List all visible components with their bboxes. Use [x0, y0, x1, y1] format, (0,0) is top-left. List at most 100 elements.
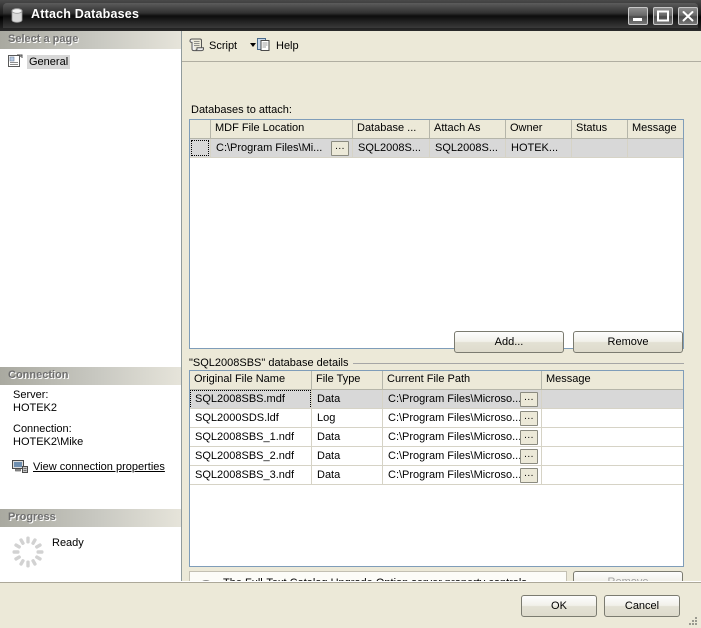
database-details-grid[interactable]: Original File Name File Type Current Fil…	[189, 370, 684, 567]
title-bar: Attach Databases	[0, 0, 701, 32]
progress-spinner-icon	[11, 535, 45, 572]
connection-value: HOTEK2\Mike	[13, 436, 84, 448]
remove-button-top[interactable]: Remove	[573, 331, 683, 353]
close-button[interactable]	[678, 7, 698, 25]
row-selected-indicator	[191, 140, 209, 156]
attach-col-owner[interactable]: Owner	[506, 120, 572, 138]
cell-current-file-path[interactable]: C:\Program Files\Microso... ...	[383, 447, 542, 466]
cell-original-file-name[interactable]: SQL2008SBS_3.ndf	[190, 466, 312, 485]
ok-button[interactable]: OK	[521, 595, 597, 617]
cell-current-file-path[interactable]: C:\Program Files\Microso... ...	[383, 390, 542, 409]
script-icon	[189, 37, 205, 55]
cancel-button[interactable]: Cancel	[604, 595, 680, 617]
cell-database-name[interactable]: SQL2008S...	[353, 139, 430, 158]
attach-grid-header: MDF File Location Database ... Attach As…	[190, 120, 683, 139]
cell-original-file-name[interactable]: SQL2008SBS.mdf	[190, 390, 312, 409]
resize-grip-icon[interactable]	[686, 614, 698, 626]
progress-status: Ready	[52, 537, 84, 549]
connection-panel: Server: HOTEK2 Connection: HOTEK2\Mike V…	[0, 386, 181, 511]
cell-file-type[interactable]: Data	[312, 466, 383, 485]
cell-current-file-path-text: C:\Program Files\Microso...	[388, 431, 522, 443]
progress-title: Progress	[8, 511, 56, 523]
table-row[interactable]: SQL2008SBS.mdf Data C:\Program Files\Mic…	[190, 390, 683, 409]
databases-to-attach-label: Databases to attach:	[191, 104, 292, 116]
cell-original-file-name[interactable]: SQL2008SBS_2.ndf	[190, 447, 312, 466]
row-selector-cell[interactable]	[190, 139, 211, 158]
attach-col-message[interactable]: Message	[628, 120, 683, 138]
progress-panel: Ready	[0, 528, 181, 580]
details-grid-header: Original File Name File Type Current Fil…	[190, 371, 683, 390]
select-a-page-header: Select a page	[0, 31, 181, 50]
cell-message[interactable]	[628, 139, 683, 158]
cell-details-message[interactable]	[542, 428, 683, 447]
table-row[interactable]: SQL2008SBS_1.ndf Data C:\Program Files\M…	[190, 428, 683, 447]
cell-current-file-path[interactable]: C:\Program Files\Microso... ...	[383, 428, 542, 447]
script-button[interactable]: Script	[186, 36, 240, 56]
attach-col-status[interactable]: Status	[572, 120, 628, 138]
browse-path-button[interactable]: ...	[520, 449, 538, 464]
details-col-original-file-name[interactable]: Original File Name	[190, 371, 312, 389]
page-icon	[8, 54, 23, 71]
main-content: Script Help Databases to attach: MDF Fil…	[182, 31, 701, 608]
details-col-message[interactable]: Message	[542, 371, 683, 389]
cell-mdf-file-location-text: C:\Program Files\Mi...	[216, 142, 323, 154]
server-value: HOTEK2	[13, 402, 58, 414]
browse-path-button[interactable]: ...	[520, 430, 538, 445]
databases-to-attach-grid[interactable]: MDF File Location Database ... Attach As…	[189, 119, 684, 349]
attach-col-rowheader[interactable]	[190, 120, 211, 138]
cell-details-message[interactable]	[542, 447, 683, 466]
cell-details-message[interactable]	[542, 466, 683, 485]
script-label: Script	[209, 40, 238, 52]
browse-mdf-button[interactable]: ...	[331, 141, 349, 156]
table-row[interactable]: SQL2008SBS_3.ndf Data C:\Program Files\M…	[190, 466, 683, 485]
cell-current-file-path-text: C:\Program Files\Microso...	[388, 393, 522, 405]
database-icon	[10, 8, 24, 23]
cell-owner[interactable]: HOTEK...	[506, 139, 572, 158]
page-list: General	[0, 50, 181, 367]
view-connection-properties-link[interactable]: View connection properties	[33, 461, 165, 473]
help-button[interactable]: Help	[254, 36, 302, 56]
dialog-footer: OK Cancel	[0, 581, 701, 628]
attach-databases-dialog: Attach Databases Select a page General C…	[0, 0, 701, 628]
attach-col-attach-as[interactable]: Attach As	[430, 120, 506, 138]
cell-original-file-name[interactable]: SQL2000SDS.ldf	[190, 409, 312, 428]
connection-title: Connection	[8, 369, 69, 381]
select-a-page-title: Select a page	[8, 33, 79, 45]
sidebar-item-general[interactable]: General	[8, 54, 71, 71]
window-title: Attach Databases	[31, 7, 140, 21]
content-area: Databases to attach: MDF File Location D…	[182, 62, 701, 608]
sidebar-item-label: General	[27, 55, 71, 69]
progress-header: Progress	[0, 509, 181, 528]
cell-file-type[interactable]: Data	[312, 428, 383, 447]
browse-path-button[interactable]: ...	[520, 411, 538, 426]
table-row[interactable]: SQL2000SDS.ldf Log C:\Program Files\Micr…	[190, 409, 683, 428]
table-row[interactable]: C:\Program Files\Mi... ... SQL2008S... S…	[190, 139, 683, 158]
browse-path-button[interactable]: ...	[520, 392, 538, 407]
cell-details-message[interactable]	[542, 409, 683, 428]
attach-col-mdf-file-location[interactable]: MDF File Location	[211, 120, 353, 138]
help-icon	[257, 37, 272, 55]
cell-original-file-name[interactable]: SQL2008SBS_1.ndf	[190, 428, 312, 447]
sidebar: Select a page General Connection Server:…	[0, 31, 182, 581]
cell-mdf-file-location[interactable]: C:\Program Files\Mi... ...	[211, 139, 353, 158]
cell-original-file-name-text: SQL2008SBS.mdf	[190, 390, 311, 408]
add-button[interactable]: Add...	[454, 331, 564, 353]
help-label: Help	[276, 40, 299, 52]
attach-col-database-name[interactable]: Database ...	[353, 120, 430, 138]
maximize-button[interactable]	[653, 7, 673, 25]
cell-file-type[interactable]: Data	[312, 390, 383, 409]
details-col-file-type[interactable]: File Type	[312, 371, 383, 389]
cell-current-file-path-text: C:\Program Files\Microso...	[388, 412, 522, 424]
table-row[interactable]: SQL2008SBS_2.ndf Data C:\Program Files\M…	[190, 447, 683, 466]
cell-current-file-path[interactable]: C:\Program Files\Microso... ...	[383, 409, 542, 428]
cell-file-type[interactable]: Log	[312, 409, 383, 428]
details-col-current-file-path[interactable]: Current File Path	[383, 371, 542, 389]
cell-status[interactable]	[572, 139, 628, 158]
cell-file-type[interactable]: Data	[312, 447, 383, 466]
cell-current-file-path[interactable]: C:\Program Files\Microso... ...	[383, 466, 542, 485]
cell-current-file-path-text: C:\Program Files\Microso...	[388, 469, 522, 481]
minimize-button[interactable]	[628, 7, 648, 25]
cell-attach-as[interactable]: SQL2008S...	[430, 139, 506, 158]
cell-details-message[interactable]	[542, 390, 683, 409]
browse-path-button[interactable]: ...	[520, 468, 538, 483]
